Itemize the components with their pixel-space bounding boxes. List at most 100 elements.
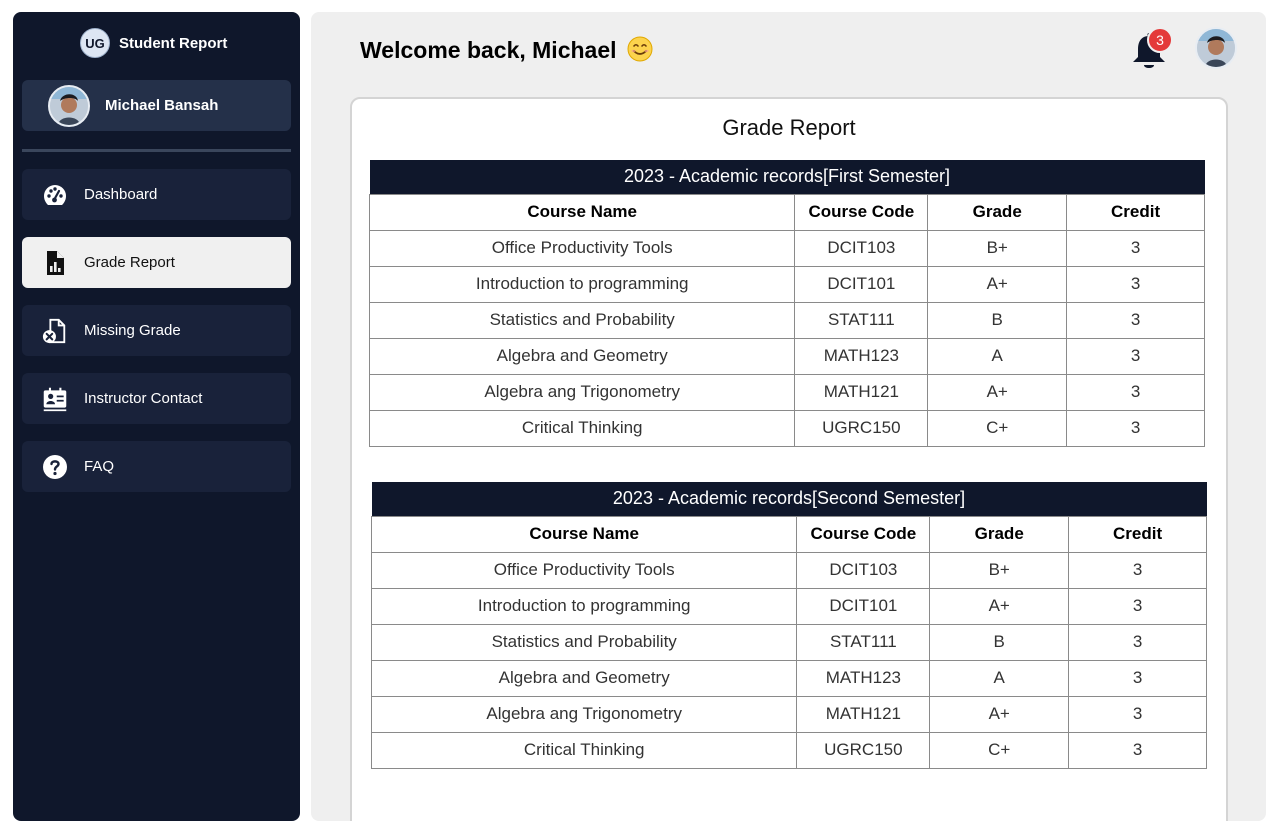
credit-cell: 3 (1066, 409, 1205, 447)
course-name-cell: Algebra and Geometry (368, 337, 796, 375)
grade-cell: A+ (927, 265, 1068, 303)
credit-cell: 3 (1066, 301, 1205, 339)
grade-report-card: Grade Report 2023 - Academic records[Fir… (350, 97, 1228, 821)
table-caption: 2023 - Academic records[Second Semester] (371, 482, 1207, 516)
course-code-cell: UGRC150 (794, 409, 929, 447)
profile-card[interactable]: Michael Bansah (22, 80, 291, 131)
sidebar-item-faq[interactable]: FAQ (22, 441, 291, 492)
table-row: Office Productivity Tools DCIT103 B+ 3 (370, 551, 1207, 589)
grade-cell: B (929, 623, 1070, 661)
credit-cell: 3 (1066, 337, 1205, 375)
course-name-cell: Algebra and Geometry (370, 659, 798, 697)
grade-cell: A (929, 659, 1070, 697)
first-semester-table: 2023 - Academic records[First Semester] … (368, 160, 1205, 447)
second-semester-table: 2023 - Academic records[Second Semester]… (370, 482, 1207, 769)
table-row: Statistics and Probability STAT111 B 3 (368, 301, 1205, 339)
sidebar-item-label: Dashboard (84, 186, 158, 203)
user-name: Michael Bansah (105, 97, 219, 114)
course-code-cell: STAT111 (794, 301, 929, 339)
sidebar-item-label: Grade Report (84, 254, 175, 271)
credit-cell: 3 (1066, 265, 1205, 303)
avatar (48, 84, 90, 127)
grade-cell: C+ (929, 731, 1070, 769)
table-row: Algebra ang Trigonometry MATH121 A+ 3 (368, 373, 1205, 411)
column-header: Course Code (794, 193, 929, 231)
credit-cell: 3 (1066, 229, 1205, 267)
course-code-cell: MATH123 (794, 337, 929, 375)
course-name-cell: Introduction to programming (368, 265, 796, 303)
smile-emoji-icon (627, 36, 653, 62)
grade-cell: B+ (927, 229, 1068, 267)
credit-cell: 3 (1068, 623, 1207, 661)
course-name-cell: Introduction to programming (370, 587, 798, 625)
table-row: Algebra and Geometry MATH123 A 3 (370, 659, 1207, 697)
column-header: Credit (1068, 515, 1207, 553)
grade-cell: B (927, 301, 1068, 339)
sidebar-item-label: Instructor Contact (84, 390, 203, 407)
course-code-cell: DCIT101 (794, 265, 929, 303)
grade-cell: A (927, 337, 1068, 375)
course-code-cell: DCIT101 (796, 587, 931, 625)
course-code-cell: MATH123 (796, 659, 931, 697)
grade-cell: A+ (929, 587, 1070, 625)
file-chart-icon (42, 250, 68, 276)
course-name-cell: Office Productivity Tools (370, 551, 798, 589)
sidebar-divider (22, 149, 291, 152)
sidebar-item-label: FAQ (84, 458, 115, 475)
course-code-cell: MATH121 (794, 373, 929, 411)
course-code-cell: DCIT103 (796, 551, 931, 589)
sidebar-item-grade-report[interactable]: Grade Report (22, 237, 291, 288)
credit-cell: 3 (1068, 659, 1207, 697)
course-name-cell: Statistics and Probability (370, 623, 798, 661)
course-code-cell: DCIT103 (794, 229, 929, 267)
credit-cell: 3 (1068, 731, 1207, 769)
course-name-cell: Statistics and Probability (368, 301, 796, 339)
question-circle-icon (42, 454, 68, 480)
grade-cell: B+ (929, 551, 1070, 589)
table-row: Introduction to programming DCIT101 A+ 3 (368, 265, 1205, 303)
sidebar-item-label: Missing Grade (84, 322, 181, 339)
page-title: Welcome back, Michael (360, 36, 653, 64)
column-header: Course Name (370, 515, 798, 553)
credit-cell: 3 (1068, 587, 1207, 625)
column-header: Course Name (368, 193, 796, 231)
course-name-cell: Critical Thinking (368, 409, 796, 447)
table-row: Algebra and Geometry MATH123 A 3 (368, 337, 1205, 375)
table-row: Introduction to programming DCIT101 A+ 3 (370, 587, 1207, 625)
file-x-icon (42, 318, 68, 344)
grade-cell: A+ (927, 373, 1068, 411)
column-header: Grade (927, 193, 1068, 231)
dashboard-gauge-icon (42, 182, 68, 208)
brand-title: Student Report (119, 34, 228, 52)
sidebar-item-dashboard[interactable]: Dashboard (22, 169, 291, 220)
course-name-cell: Critical Thinking (370, 731, 798, 769)
sidebar-item-instructor-contact[interactable]: Instructor Contact (22, 373, 291, 424)
notification-badge: 3 (1147, 27, 1173, 53)
course-code-cell: STAT111 (796, 623, 931, 661)
table-row: Office Productivity Tools DCIT103 B+ 3 (368, 229, 1205, 267)
main-panel: Welcome back, Michael 3 Grade Report 202… (311, 12, 1266, 821)
welcome-text: Welcome back, Michael (360, 37, 617, 63)
course-code-cell: MATH121 (796, 695, 931, 733)
table-row: Critical Thinking UGRC150 C+ 3 (370, 731, 1207, 769)
column-header: Course Code (796, 515, 931, 553)
grade-report-title: Grade Report (722, 115, 856, 140)
grade-cell: C+ (927, 409, 1068, 447)
table-row: Statistics and Probability STAT111 B 3 (370, 623, 1207, 661)
credit-cell: 3 (1068, 551, 1207, 589)
course-name-cell: Office Productivity Tools (368, 229, 796, 267)
column-header: Credit (1066, 193, 1205, 231)
course-name-cell: Algebra ang Trigonometry (370, 695, 798, 733)
table-row: Algebra ang Trigonometry MATH121 A+ 3 (370, 695, 1207, 733)
credit-cell: 3 (1066, 373, 1205, 411)
sidebar-item-missing-grade[interactable]: Missing Grade (22, 305, 291, 356)
table-caption: 2023 - Academic records[First Semester] (369, 160, 1205, 194)
user-avatar[interactable] (1195, 27, 1237, 69)
credit-cell: 3 (1068, 695, 1207, 733)
sidebar: UG Student Report Michael Bansah Dashboa… (13, 12, 300, 821)
column-header: Grade (929, 515, 1070, 553)
brand-logo: UG (80, 28, 110, 58)
course-name-cell: Algebra ang Trigonometry (368, 373, 796, 411)
brand[interactable]: UG Student Report (80, 27, 227, 59)
course-code-cell: UGRC150 (796, 731, 931, 769)
